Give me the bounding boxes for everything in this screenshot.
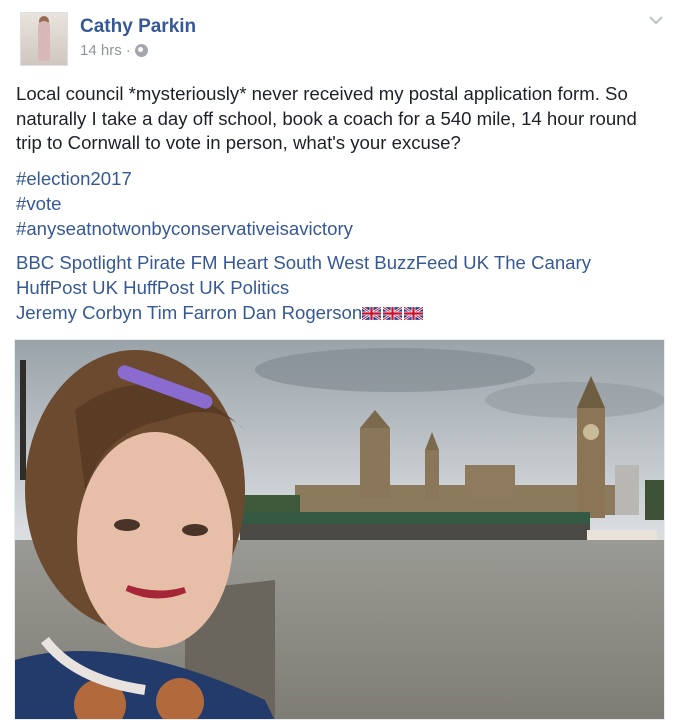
mention-link[interactable]: HuffPost UK	[16, 277, 118, 298]
post-photo[interactable]	[14, 339, 665, 720]
mention-link[interactable]: Pirate FM	[137, 252, 218, 273]
mentions-line: Jeremy Corbyn Tim Farron Dan Rogerson	[16, 300, 661, 325]
facebook-post: Cathy Parkin 14 hrs · Local council *mys…	[0, 0, 674, 720]
hashtag-list: #election2017 #vote #anyseatnotwonbycons…	[16, 166, 353, 241]
mention-link[interactable]: BuzzFeed UK	[374, 252, 489, 273]
hashtag-link[interactable]: #election2017	[16, 166, 353, 191]
mention-link[interactable]: BBC Spotlight	[16, 252, 132, 273]
mentions-line: HuffPost UK HuffPost UK Politics	[16, 275, 661, 300]
mention-link[interactable]: Heart South West	[223, 252, 369, 273]
flag-emoji-group	[361, 301, 425, 323]
mention-link[interactable]: Dan Rogerson	[242, 302, 362, 323]
union-jack-flag-icon	[403, 301, 424, 321]
globe-icon[interactable]	[134, 44, 148, 57]
hashtag-link[interactable]: #anyseatnotwonbyconservativeisavictory	[16, 216, 353, 241]
meta-separator: ·	[125, 42, 131, 59]
selfie-westminster-image	[15, 340, 664, 719]
post-text: Local council *mysteriously* never recei…	[16, 83, 637, 153]
mention-link[interactable]: Tim Farron	[147, 302, 237, 323]
mention-link[interactable]: Jeremy Corbyn	[16, 302, 142, 323]
chevron-down-icon[interactable]	[649, 14, 663, 28]
mention-link[interactable]: HuffPost UK Politics	[123, 277, 289, 298]
post-meta: 14 hrs ·	[80, 42, 148, 59]
author-name[interactable]: Cathy Parkin	[80, 16, 196, 38]
mentions: BBC Spotlight Pirate FM Heart South West…	[16, 250, 661, 325]
mention-link[interactable]: The Canary	[494, 252, 591, 273]
timestamp[interactable]: 14 hrs	[80, 42, 122, 59]
union-jack-flag-icon	[361, 301, 382, 321]
hashtag-link[interactable]: #vote	[16, 191, 353, 216]
mentions-line: BBC Spotlight Pirate FM Heart South West…	[16, 250, 661, 275]
avatar[interactable]	[20, 12, 68, 66]
union-jack-flag-icon	[382, 301, 403, 321]
